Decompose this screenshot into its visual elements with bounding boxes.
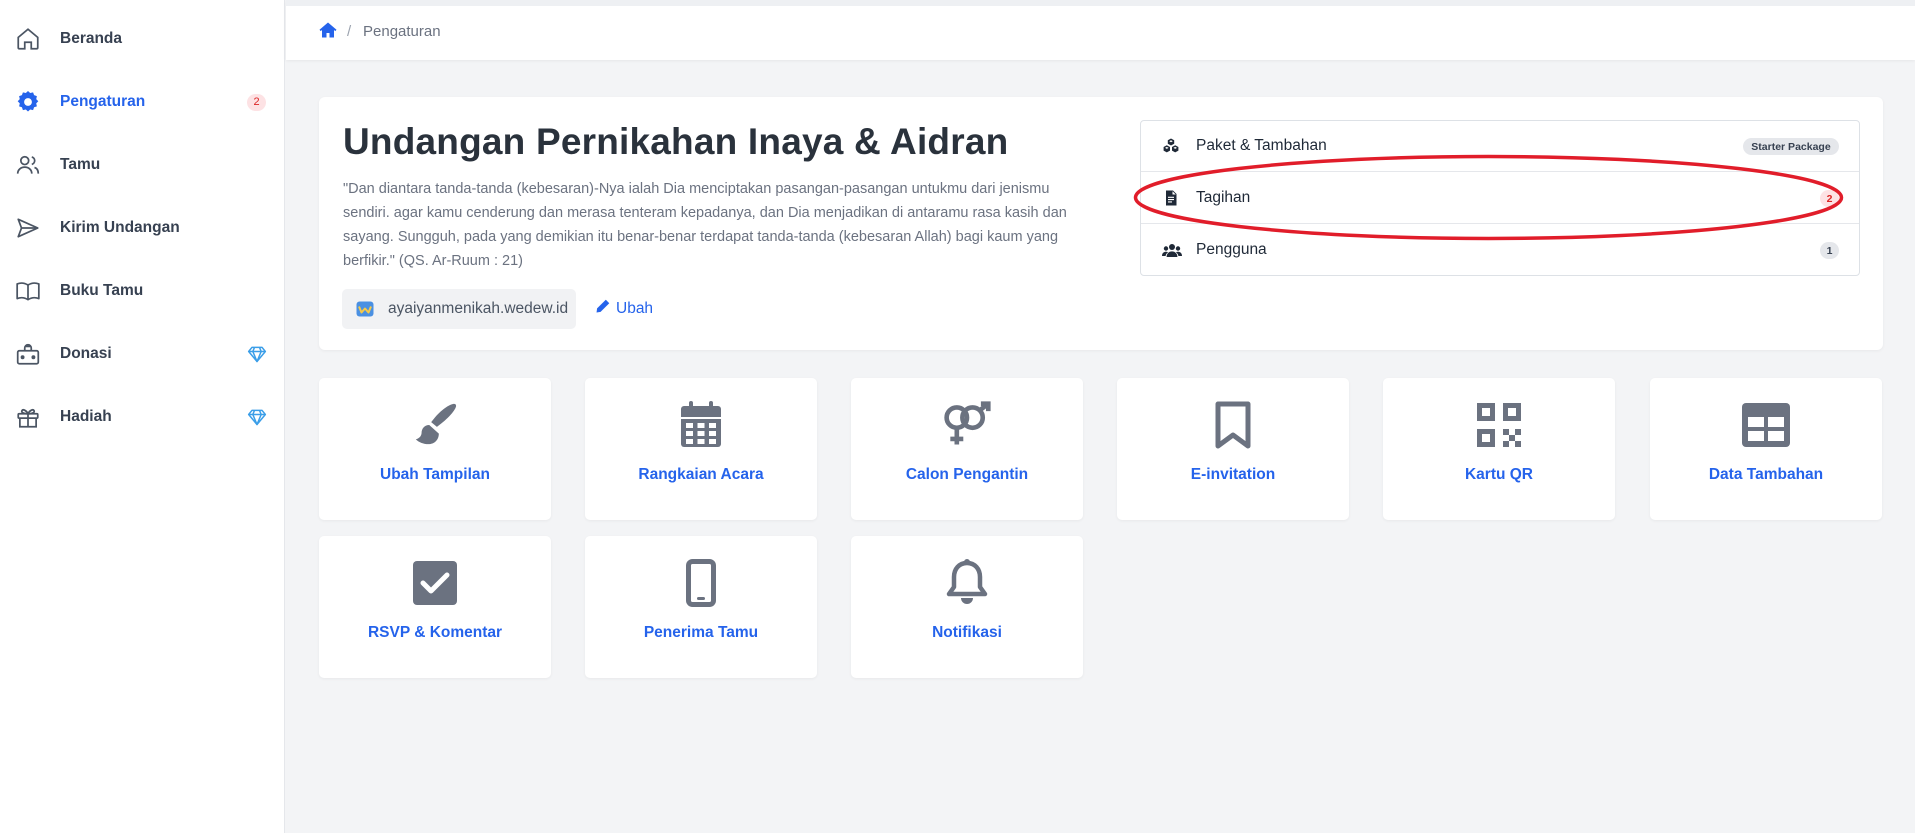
list-item-paket[interactable]: Paket & Tambahan Starter Package xyxy=(1141,121,1859,172)
event-quote: "Dan diantara tanda-tanda (kebesaran)-Ny… xyxy=(343,181,1067,269)
tile-label: RSVP & Komentar xyxy=(367,624,503,641)
package-badge: Starter Package xyxy=(1743,138,1839,155)
breadcrumb-current: Pengaturan xyxy=(363,23,441,40)
tile-label: Notifikasi xyxy=(932,624,1002,641)
notification-badge: 2 xyxy=(1820,190,1839,207)
venus-mars-icon xyxy=(942,400,992,450)
bell-icon xyxy=(942,558,992,608)
qr-code-icon xyxy=(1474,400,1524,450)
sidebar-item-label: Tamu xyxy=(60,156,101,173)
check-square-icon xyxy=(410,558,460,608)
tile-label: Rangkaian Acara xyxy=(638,466,764,483)
list-item-label: Paket & Tambahan xyxy=(1196,137,1327,154)
mobile-phone-icon xyxy=(676,558,726,608)
sidebar-item-label: Kirim Undangan xyxy=(60,219,180,236)
tile-label: Data Tambahan xyxy=(1708,466,1824,483)
breadcrumb-separator: / xyxy=(347,23,352,40)
gear-icon xyxy=(14,88,42,116)
site-logo-icon xyxy=(356,301,374,317)
event-card: Undangan Pernikahan Inaya & Aidran "Dan … xyxy=(319,97,1883,350)
sidebar-item-hadiah[interactable]: Hadiah xyxy=(0,397,285,437)
donation-box-icon xyxy=(14,340,42,368)
domain-chip[interactable]: ayaiyanmenikah.wedew.id xyxy=(342,289,576,329)
sidebar-item-label: Beranda xyxy=(60,30,123,47)
sidebar-item-kirim-undangan[interactable]: Kirim Undangan xyxy=(0,208,285,248)
pencil-icon xyxy=(595,299,610,319)
tile-calon-pengantin[interactable]: Calon Pengantin xyxy=(851,378,1083,520)
users-icon xyxy=(14,151,42,179)
tile-label: Ubah Tampilan xyxy=(380,466,490,483)
tile-e-invitation[interactable]: E-invitation xyxy=(1117,378,1349,520)
tile-penerima-tamu[interactable]: Penerima Tamu xyxy=(585,536,817,678)
list-item-label: Pengguna xyxy=(1196,241,1267,258)
send-icon xyxy=(14,214,42,242)
tile-rangkaian-acara[interactable]: Rangkaian Acara xyxy=(585,378,817,520)
edit-label: Ubah xyxy=(616,300,654,317)
premium-diamond-icon xyxy=(247,407,267,427)
tile-notifikasi[interactable]: Notifikasi xyxy=(851,536,1083,678)
sidebar-item-buku-tamu[interactable]: Buku Tamu xyxy=(0,271,285,311)
tile-rsvp-komentar[interactable]: RSVP & Komentar xyxy=(319,536,551,678)
home-icon[interactable] xyxy=(319,22,337,38)
tile-data-tambahan[interactable]: Data Tambahan xyxy=(1650,378,1882,520)
domain-text: ayaiyanmenikah.wedew.id xyxy=(388,300,569,317)
book-icon xyxy=(14,277,42,305)
premium-diamond-icon xyxy=(247,344,267,364)
page-title: Undangan Pernikahan Inaya & Aidran xyxy=(343,121,1009,162)
cubes-icon xyxy=(1162,138,1180,154)
table-icon xyxy=(1741,400,1791,450)
count-badge: 1 xyxy=(1820,242,1839,259)
sidebar-item-donasi[interactable]: Donasi xyxy=(0,334,285,374)
tile-ubah-tampilan[interactable]: Ubah Tampilan xyxy=(319,378,551,520)
edit-domain-button[interactable]: Ubah xyxy=(595,298,653,320)
tile-kartu-qr[interactable]: Kartu QR xyxy=(1383,378,1615,520)
sidebar-item-label: Donasi xyxy=(60,345,112,362)
list-item-label: Tagihan xyxy=(1196,189,1251,206)
tile-label: Penerima Tamu xyxy=(643,624,759,641)
sidebar-item-pengaturan[interactable]: Pengaturan 2 xyxy=(0,82,285,122)
home-icon xyxy=(14,25,42,53)
calendar-icon xyxy=(676,400,726,450)
tile-label: Calon Pengantin xyxy=(905,466,1029,483)
bookmark-icon xyxy=(1208,400,1258,450)
notification-badge: 2 xyxy=(247,93,266,111)
gift-icon xyxy=(14,403,42,431)
settings-list: Paket & Tambahan Starter Package Tagihan… xyxy=(1140,120,1860,276)
list-item-pengguna[interactable]: Pengguna 1 xyxy=(1141,225,1859,276)
sidebar-item-label: Pengaturan xyxy=(60,93,146,110)
sidebar: Beranda Pengaturan 2 Tamu Kirim Undangan… xyxy=(0,0,285,833)
tile-label: Kartu QR xyxy=(1464,466,1534,483)
users-group-icon xyxy=(1162,242,1182,258)
sidebar-item-tamu[interactable]: Tamu xyxy=(0,145,285,185)
sidebar-item-label: Buku Tamu xyxy=(60,282,144,299)
invoice-icon xyxy=(1162,190,1180,206)
tile-label: E-invitation xyxy=(1190,466,1276,483)
breadcrumb: / Pengaturan xyxy=(286,0,1915,60)
sidebar-item-beranda[interactable]: Beranda xyxy=(0,19,285,59)
sidebar-item-label: Hadiah xyxy=(60,408,112,425)
list-item-tagihan[interactable]: Tagihan 2 xyxy=(1141,173,1859,224)
paint-brush-icon xyxy=(410,400,460,450)
